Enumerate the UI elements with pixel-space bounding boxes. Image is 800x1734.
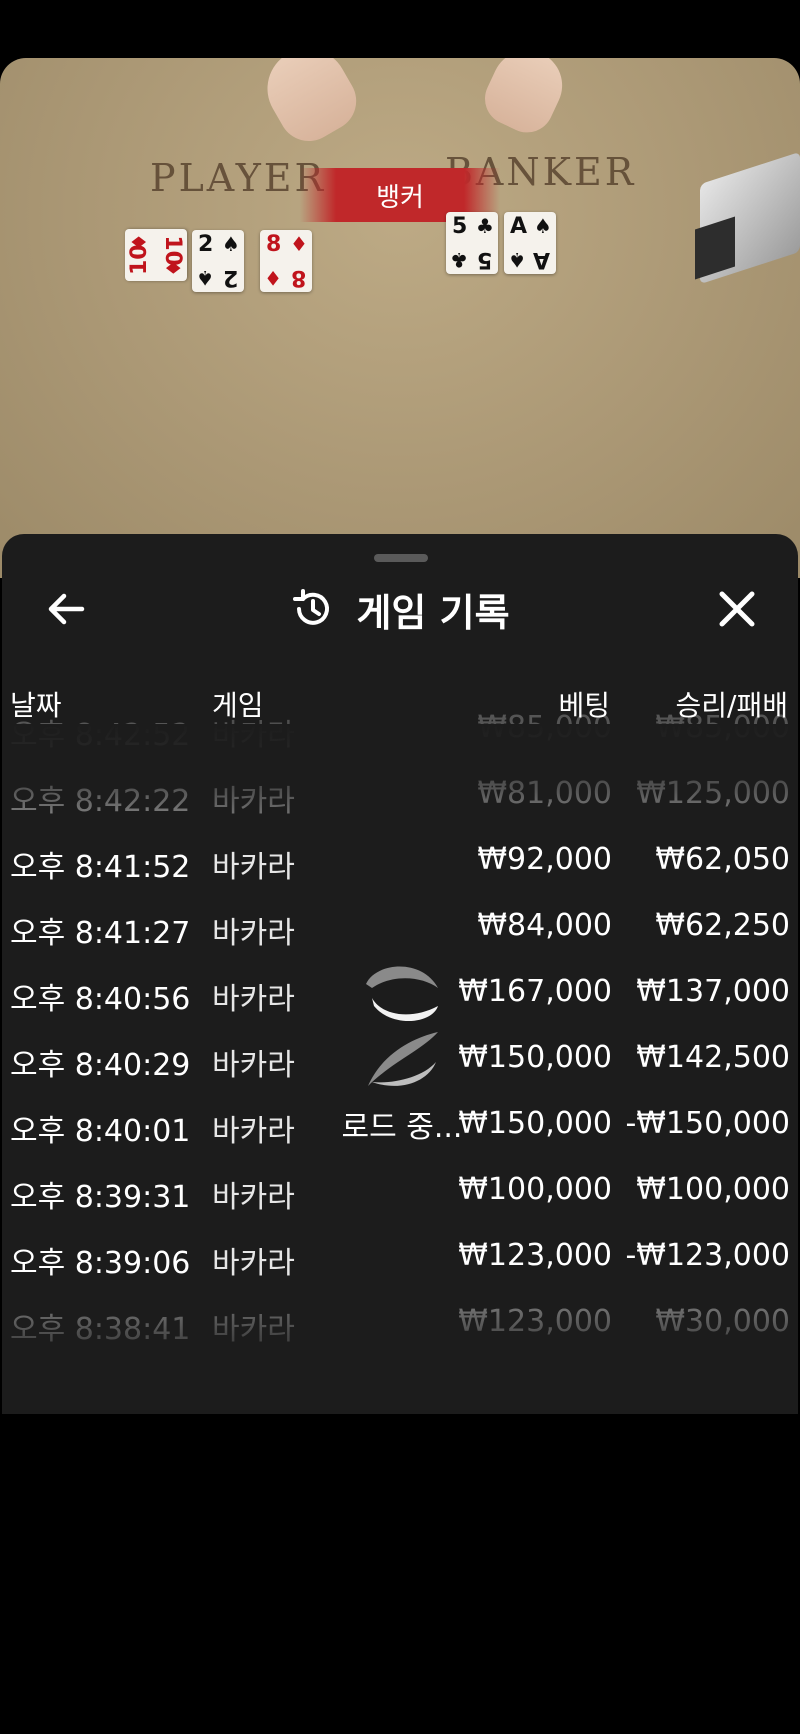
row-bet: ₩123,000 <box>458 1238 612 1273</box>
row-game: 바카라 <box>212 784 295 819</box>
card-rank: A <box>510 214 528 239</box>
game-history-sheet: 게임 기록 날짜 게임 베팅 승리/패배 오후 8:42:52 바카라 ₩85,00… <box>2 534 798 1414</box>
history-row[interactable]: 오후 8:39:31 바카라 ₩100,000 ₩100,000 <box>2 1156 798 1222</box>
row-win-loss: -₩123,000 <box>625 1238 790 1273</box>
card-suit: ♣ <box>450 248 468 272</box>
row-bet: ₩85,000 <box>477 710 612 745</box>
row-date: 오후 8:39:31 <box>10 1180 191 1215</box>
sheet-header: 게임 기록 <box>2 584 798 635</box>
card-rank: 5 <box>452 214 468 239</box>
row-date: 오후 8:41:52 <box>10 850 191 885</box>
card-suit: ♠ <box>508 248 526 272</box>
row-win-loss: ₩30,000 <box>655 1304 790 1339</box>
row-win-loss: ₩142,500 <box>636 1040 790 1075</box>
row-date: 오후 8:40:01 <box>10 1114 191 1149</box>
row-game: 바카라 <box>212 1114 295 1149</box>
close-button[interactable] <box>712 584 762 634</box>
row-game: 바카라 <box>212 1312 295 1347</box>
row-bet: ₩167,000 <box>458 974 612 1009</box>
row-win-loss: ₩62,250 <box>655 908 790 943</box>
card-rank: 2 <box>222 265 238 290</box>
playing-card: 10 ♦ 10 ♦ <box>125 229 187 281</box>
row-date: 오후 8:38:41 <box>10 1312 191 1347</box>
card-suit: ♦ <box>161 259 185 277</box>
row-date: 오후 8:42:22 <box>10 784 191 819</box>
playing-card: 8 ♦ 8 ♦ <box>260 230 312 292</box>
card-suit: ♦ <box>290 232 308 256</box>
row-date: 오후 8:39:06 <box>10 1246 191 1281</box>
history-row[interactable]: 오후 8:41:27 바카라 ₩84,000 ₩62,250 <box>2 892 798 958</box>
card-suit: ♣ <box>476 214 494 238</box>
row-win-loss: ₩85,000 <box>655 710 790 745</box>
card-suit: ♦ <box>127 233 151 251</box>
playing-card: 2 ♠ 2 ♠ <box>192 230 244 292</box>
dealer-left-hand <box>252 58 368 152</box>
history-row[interactable]: 오후 8:39:06 바카라 ₩123,000 -₩123,000 <box>2 1222 798 1288</box>
history-icon <box>293 589 330 625</box>
row-win-loss: ₩137,000 <box>636 974 790 1009</box>
row-bet: ₩84,000 <box>477 908 612 943</box>
row-win-loss: ₩125,000 <box>636 776 790 811</box>
playing-card: 5 ♣ 5 ♣ <box>446 212 498 274</box>
row-game: 바카라 <box>212 982 295 1017</box>
card-rank: 2 <box>198 232 214 257</box>
playing-card: A ♠ A ♠ <box>504 212 556 274</box>
close-icon <box>719 591 755 627</box>
row-bet: ₩123,000 <box>458 1304 612 1339</box>
sheet-title: 게임 기록 <box>356 590 510 635</box>
card-rank: A <box>532 247 550 272</box>
loading-text: 로드 중... <box>341 1110 463 1145</box>
card-rank: 5 <box>476 247 492 272</box>
row-date: 오후 8:42:52 <box>10 718 191 753</box>
card-suit: ♠ <box>534 214 552 238</box>
row-game: 바카라 <box>212 850 295 885</box>
loading-indicator: 로드 중... <box>332 954 472 1164</box>
row-date: 오후 8:41:27 <box>10 916 191 951</box>
row-bet: ₩81,000 <box>477 776 612 811</box>
card-rank: 8 <box>290 265 306 290</box>
row-bet: ₩150,000 <box>458 1106 612 1141</box>
card-suit: ♠ <box>222 232 240 256</box>
row-bet: ₩100,000 <box>458 1172 612 1207</box>
row-bet: ₩150,000 <box>458 1040 612 1075</box>
row-win-loss: ₩100,000 <box>636 1172 790 1207</box>
row-date: 오후 8:40:56 <box>10 982 191 1017</box>
loading-spinner-icon <box>366 966 438 1086</box>
live-table-video: PLAYER BANKER 뱅커 10 ♦ 10 ♦ 2 ♠ 2 ♠ 8 ♦ 8 ♦ 5 ♣ 5 ♣ A ♠ A ♠ <box>0 58 800 578</box>
row-game: 바카라 <box>212 916 295 951</box>
card-rank: 8 <box>266 232 282 257</box>
history-row[interactable]: 오후 8:42:22 바카라 ₩81,000 ₩125,000 <box>2 760 798 826</box>
row-game: 바카라 <box>212 1048 295 1083</box>
row-date: 오후 8:40:29 <box>10 1048 191 1083</box>
history-row[interactable]: 오후 8:41:52 바카라 ₩92,000 ₩62,050 <box>2 826 798 892</box>
history-row[interactable]: 오후 8:38:41 바카라 ₩123,000 ₩30,000 <box>2 1288 798 1354</box>
sheet-drag-handle[interactable] <box>374 554 428 562</box>
row-win-loss: -₩150,000 <box>625 1106 790 1141</box>
dealer-right-hand <box>476 58 574 142</box>
row-game: 바카라 <box>212 718 295 753</box>
card-suit: ♦ <box>264 266 282 290</box>
row-bet: ₩92,000 <box>477 842 612 877</box>
row-game: 바카라 <box>212 1246 295 1281</box>
history-row[interactable]: 오후 8:42:52 바카라 ₩85,000 ₩85,000 <box>2 694 798 760</box>
card-suit: ♠ <box>196 266 214 290</box>
row-game: 바카라 <box>212 1180 295 1215</box>
row-win-loss: ₩62,050 <box>655 842 790 877</box>
